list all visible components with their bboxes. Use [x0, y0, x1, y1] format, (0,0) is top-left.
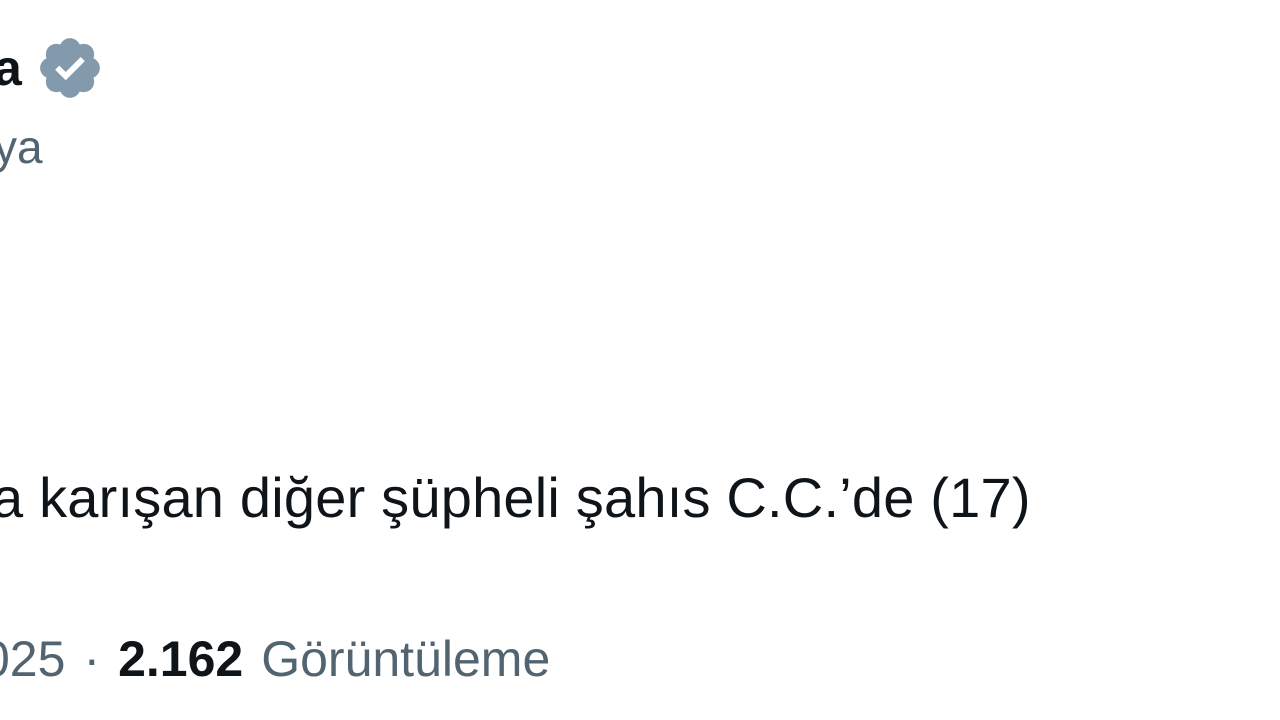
meta-separator: · — [83, 631, 101, 687]
author-row[interactable]: a — [0, 32, 105, 104]
tweet-text: a karışan diğer şüpheli şahıs C.C.’de (1… — [0, 466, 1031, 529]
author-display-name[interactable]: a — [0, 39, 22, 97]
view-count-label: Görüntüleme — [261, 631, 551, 687]
tweet-date[interactable]: 025 — [0, 630, 65, 688]
view-count: 2.162 — [118, 631, 244, 687]
verified-badge-icon[interactable] — [35, 33, 105, 103]
tweet-detail-view: a ya a karışan diğer şüpheli şahıs C.C.’… — [0, 0, 1280, 720]
author-handle[interactable]: ya — [0, 120, 43, 174]
tweet-meta-row: 025 · 2.162 Görüntüleme — [0, 630, 550, 688]
